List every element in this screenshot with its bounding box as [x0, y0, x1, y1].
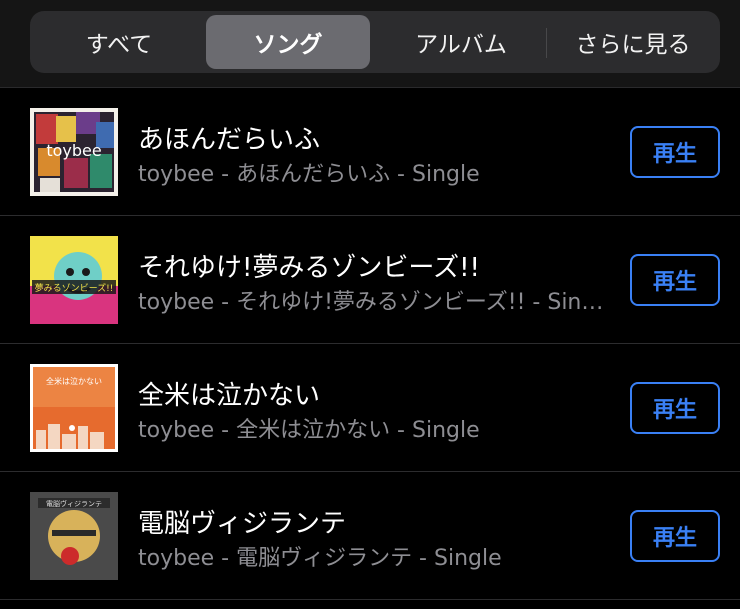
- play-button[interactable]: 再生: [630, 126, 720, 178]
- svg-text:toybee: toybee: [46, 141, 101, 160]
- segment-divider: [546, 28, 547, 58]
- svg-text:電脳ヴィジランテ: 電脳ヴィジランテ: [46, 499, 102, 508]
- tab-see-more[interactable]: さらに見る: [550, 15, 716, 69]
- song-list: toybee あほんだらいふ toybee - あほんだらいふ - Single…: [0, 88, 740, 600]
- song-title: それゆけ!夢みるゾンビーズ!!: [138, 253, 480, 283]
- album-artwork-image: 全米は泣かない: [30, 364, 118, 452]
- song-subtitle: toybee - あほんだらいふ - Single: [138, 162, 480, 187]
- play-button[interactable]: 再生: [630, 510, 720, 562]
- song-row[interactable]: 全米は泣かない 全米は泣かない toybee - 全米は泣かない - Singl…: [0, 344, 740, 472]
- song-title: 全米は泣かない: [138, 381, 321, 411]
- album-artwork: 全米は泣かない: [30, 364, 118, 452]
- album-artwork: toybee: [30, 108, 118, 196]
- album-artwork-image: 夢みるゾンビーズ!!: [30, 236, 118, 324]
- top-bar: すべて ソング アルバム さらに見る: [0, 0, 740, 88]
- song-subtitle: toybee - 全米は泣かない - Single: [138, 418, 480, 443]
- song-subtitle: toybee - それゆけ!夢みるゾンビーズ!! - Single: [138, 290, 608, 315]
- play-button[interactable]: 再生: [630, 254, 720, 306]
- song-row[interactable]: 電脳ヴィジランテ 電脳ヴィジランテ toybee - 電脳ヴィジランテ - Si…: [0, 472, 740, 600]
- search-scope-segmented-control: すべて ソング アルバム さらに見る: [30, 11, 720, 73]
- svg-text:全米は泣かない: 全米は泣かない: [46, 376, 102, 386]
- tab-songs[interactable]: ソング: [206, 15, 370, 69]
- song-subtitle: toybee - 電脳ヴィジランテ - Single: [138, 546, 502, 571]
- play-button[interactable]: 再生: [630, 382, 720, 434]
- svg-text:夢みるゾンビーズ!!: 夢みるゾンビーズ!!: [35, 282, 114, 294]
- song-row[interactable]: toybee あほんだらいふ toybee - あほんだらいふ - Single…: [0, 88, 740, 216]
- song-row[interactable]: 夢みるゾンビーズ!! それゆけ!夢みるゾンビーズ!! toybee - それゆけ…: [0, 216, 740, 344]
- song-title: あほんだらいふ: [138, 125, 321, 155]
- tab-all[interactable]: すべて: [34, 15, 204, 69]
- album-artwork: 夢みるゾンビーズ!!: [30, 236, 118, 324]
- song-title: 電脳ヴィジランテ: [138, 509, 347, 539]
- album-artwork: 電脳ヴィジランテ: [30, 492, 118, 580]
- album-artwork-image: 電脳ヴィジランテ: [30, 492, 118, 580]
- tab-albums[interactable]: アルバム: [376, 15, 546, 69]
- album-artwork-image: toybee: [30, 108, 118, 196]
